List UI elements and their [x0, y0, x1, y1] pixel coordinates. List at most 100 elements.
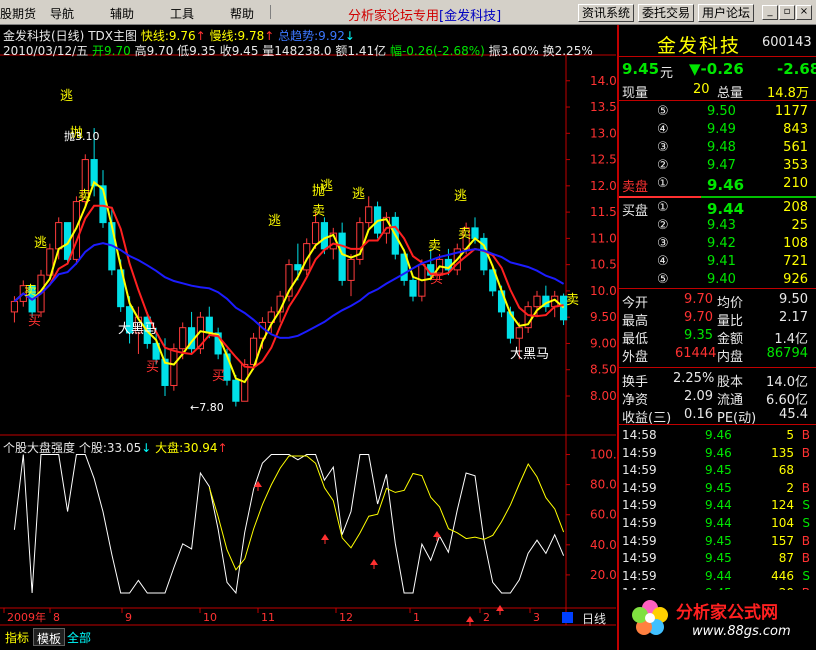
stat-label: 均价	[717, 296, 744, 311]
restore-icon[interactable]: ▫	[779, 5, 795, 20]
stat-label: 量比	[717, 314, 744, 329]
ask-volume: 1177	[774, 104, 808, 119]
ask-volume: 561	[783, 140, 808, 155]
candle-body	[179, 327, 187, 350]
stat-label: 金额	[717, 332, 744, 347]
trade-button[interactable]: 委托交易	[638, 4, 695, 22]
kline-chart-area[interactable]: 14.00 13.50 13.00 12.50 12.00 11.50 11.00 10.50…	[0, 25, 616, 626]
bid-price: 9.44	[707, 200, 745, 218]
user-forum-button[interactable]: 用户论坛	[698, 4, 755, 22]
high-mark-label: 抛3.10	[64, 129, 100, 143]
tick-row: 14:59 9.45 157 B	[619, 534, 816, 551]
up-arrow-icon: ↑	[195, 29, 206, 43]
scroll-button[interactable]	[562, 612, 573, 623]
stock-strength-line	[13, 454, 565, 595]
bid-row: ② 9.43 25	[619, 218, 816, 235]
tick-volume: 446	[771, 568, 794, 583]
ask-label: 卖盘	[622, 180, 649, 195]
signal-label: 卖	[566, 293, 579, 308]
menu-help[interactable]: 帮助	[230, 5, 254, 22]
candle-body	[205, 316, 213, 334]
quote-panel: 金发科技 600143 9.45 元 ▼-0.26 -2.68 现量 20 总量…	[617, 25, 816, 650]
divider	[619, 288, 816, 289]
bid-row: ⑤ 9.40 926	[619, 272, 816, 289]
bid-level: ⑤	[657, 272, 669, 287]
y-tick-label: 10.00	[590, 284, 616, 298]
signal-label: 买	[146, 360, 159, 375]
slow-line-label: 慢线:9.78	[209, 29, 265, 43]
stat-row: 换手 2.25% 股本 14.0亿	[619, 371, 816, 390]
y-tick-label: 9.50	[590, 310, 616, 324]
candle-body	[294, 264, 302, 271]
stat-label: 内盘	[717, 350, 744, 365]
tick-price: 9.44	[705, 498, 732, 513]
close-icon[interactable]: ×	[796, 5, 812, 20]
tick-side: B	[801, 428, 810, 442]
candle-body	[170, 348, 178, 386]
x-tick-label: 3	[533, 611, 540, 624]
menu-navigate[interactable]: 导航	[50, 5, 74, 22]
tick-price: 9.45	[705, 533, 732, 548]
menu-tools[interactable]: 工具	[170, 5, 194, 22]
tick-price: 9.45	[705, 480, 732, 495]
price-row: 9.45 元 ▼-0.26 -2.68	[619, 60, 816, 81]
stat-value: 9.35	[684, 328, 713, 343]
ask-price: 9.50	[707, 104, 736, 119]
subchart-header: 个股大盘强度 个股:33.05↓ 大盘:30.94↑	[3, 439, 228, 456]
tick-row: 14:59 9.44 446 S	[619, 569, 816, 586]
period-label[interactable]: 日线	[582, 610, 606, 627]
bar-low: 低9.35	[177, 44, 216, 58]
stat-row: 收益(三) 0.16 PE(动) 45.4	[619, 407, 816, 426]
ask-volume: 353	[783, 158, 808, 173]
indicator-name: TDX主图	[88, 29, 137, 43]
candle-body	[533, 295, 541, 308]
stat-value: 2.17	[779, 310, 808, 325]
menu-assist[interactable]: 辅助	[110, 5, 134, 22]
menu-bar: 股期货 导航 辅助 工具 帮助 分析家论坛专用[金发科技] 资讯系统 委托交易 …	[0, 0, 816, 25]
bid-level: ①	[657, 200, 669, 215]
tick-volume: 5	[786, 428, 794, 442]
bar-high: 高9.70	[134, 44, 174, 58]
sub-y-tick-label: 100.00	[590, 448, 616, 462]
buy-marker-icon	[433, 531, 441, 537]
tick-time: 14:59	[622, 445, 657, 460]
ask-row: ③ 9.48 561	[619, 140, 816, 157]
buy-marker-icon	[370, 559, 378, 565]
x-tick-label: 11	[261, 611, 275, 624]
tick-side: B	[801, 551, 810, 566]
up-arrow-icon: ↑	[264, 29, 275, 43]
stat-value: 61444	[675, 346, 717, 361]
tick-price: 9.46	[705, 428, 732, 442]
bar-volume: 量148238.0	[262, 44, 332, 58]
buy-marker-icon	[321, 534, 329, 540]
tick-volume: 2	[786, 480, 794, 495]
menu-futures[interactable]: 股期货	[0, 5, 36, 22]
bottom-tabs: 指标 模板 全部	[0, 626, 617, 650]
stat-label: 换手	[622, 375, 649, 390]
tab-all[interactable]: 全部	[64, 628, 94, 646]
tick-row: 14:59 9.45 87 B	[619, 551, 816, 568]
tick-price: 9.45	[705, 463, 732, 478]
tick-volume: 135	[771, 445, 794, 460]
subchart-market-label: 大盘:30.94	[155, 441, 218, 455]
bar-open: 开9.70	[92, 44, 131, 58]
tab-template[interactable]: 模板	[33, 628, 66, 646]
forum-title: 分析家论坛专用[金发科技]	[348, 5, 501, 24]
bar-amount: 额1.41亿	[335, 44, 387, 58]
stat-value: 9.70	[684, 310, 713, 325]
stock-title-row: 金发科技 600143	[619, 31, 816, 57]
bar-change: 幅-0.26(-2.68%)	[389, 44, 485, 58]
stock-period-label: 金发科技(日线)	[3, 29, 85, 43]
stat-value: 9.70	[684, 292, 713, 307]
x-tick-label: 8	[53, 611, 60, 624]
bar-date: 2010/03/12/五	[3, 44, 89, 58]
info-system-button[interactable]: 资讯系统	[578, 4, 635, 22]
current-volume-label: 现量	[622, 86, 649, 101]
bar-amplitude: 振3.60%	[488, 44, 539, 58]
tick-side: B	[801, 533, 810, 548]
price-change: ▼-0.26	[689, 60, 744, 78]
minimize-icon[interactable]: _	[762, 5, 778, 20]
buy-marker-icon	[466, 616, 474, 622]
tab-indicator[interactable]: 指标	[2, 628, 32, 646]
candle-body	[409, 279, 417, 297]
